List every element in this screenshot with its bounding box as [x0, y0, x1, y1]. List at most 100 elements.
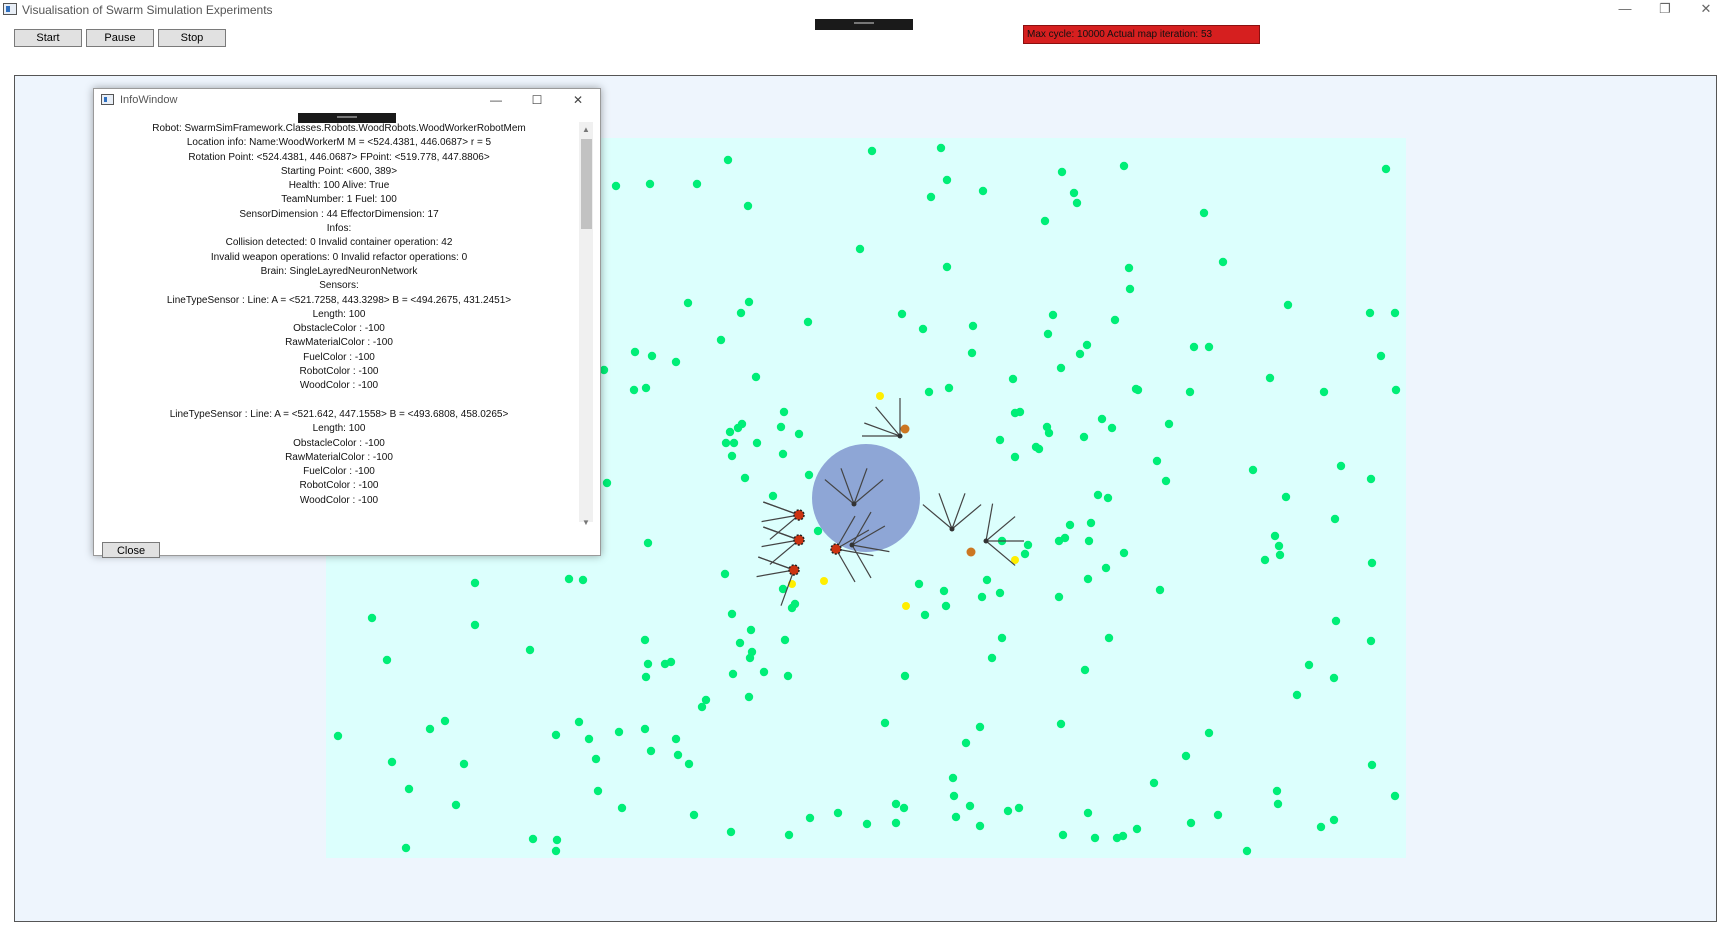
wood-pellet: [1058, 830, 1068, 840]
wood-pellet: [1086, 518, 1096, 528]
wood-pellet: [440, 716, 450, 726]
scroll-up-arrow[interactable]: ▲: [580, 124, 592, 136]
info-line: RobotColor : -100: [299, 366, 379, 378]
info-scrollbar-thumb[interactable]: [581, 139, 592, 229]
wood-pellet: [1367, 760, 1377, 770]
wood-pellet: [660, 659, 670, 669]
wood-pellet: [961, 738, 971, 748]
wood-pellet: [1069, 188, 1079, 198]
wood-pellet: [641, 672, 651, 682]
wood-pellet: [784, 830, 794, 840]
info-line: TeamNumber: 1 Fuel: 100: [281, 194, 397, 206]
wood-pellet: [1381, 164, 1391, 174]
wood-pellet: [1084, 536, 1094, 546]
info-line: Health: 100 Alive: True: [288, 180, 390, 192]
wood-pellet: [942, 175, 952, 185]
wood-pellet: [891, 799, 901, 809]
robot-body: [788, 564, 800, 576]
wood-pellet: [1181, 751, 1191, 761]
wood-pellet: [968, 321, 978, 331]
info-line: Length: 100: [312, 308, 366, 320]
wood-pellet: [1132, 824, 1142, 834]
info-close-button[interactable]: ✕: [564, 91, 592, 109]
wood-pellet: [982, 575, 992, 585]
info-window[interactable]: InfoWindow — ☐ ✕ Robot: SwarmSimFramewor…: [93, 88, 601, 558]
wood-pellet: [1083, 574, 1093, 584]
wood-pellet: [1155, 585, 1165, 595]
wood-pellet: [367, 613, 377, 623]
wood-pellet: [1072, 198, 1082, 208]
wood-pellet: [778, 449, 788, 459]
wood-pellet: [1110, 315, 1120, 325]
wood-pellet: [574, 717, 584, 727]
wood-pellet: [552, 835, 562, 845]
wood-pellet: [1186, 818, 1196, 828]
wood-pellet: [1304, 660, 1314, 670]
info-line: ObstacleColor : -100: [293, 437, 385, 449]
info-maximize-button[interactable]: ☐: [523, 91, 551, 109]
wood-pellet: [733, 423, 743, 433]
wood-pellet: [729, 438, 739, 448]
wood-pellet: [1107, 423, 1117, 433]
info-minimize-button[interactable]: —: [482, 91, 510, 109]
wood-pellet: [1274, 541, 1284, 551]
wood-pellet: [1292, 690, 1302, 700]
wood-pellet: [1014, 803, 1024, 813]
info-line: Location info: Name:WoodWorkerM M = <524…: [186, 137, 492, 149]
wood-pellet: [1152, 456, 1162, 466]
wood-pellet: [643, 538, 653, 548]
wood-container: [812, 444, 920, 552]
wood-pellet: [914, 579, 924, 589]
info-line: WoodColor : -100: [299, 494, 379, 506]
wood-pellet: [387, 757, 397, 767]
wood-pellet: [1248, 465, 1258, 475]
wood-pellet: [1057, 167, 1067, 177]
wood-pellet: [671, 357, 681, 367]
wood-pellet: [776, 422, 786, 432]
wood-pellet: [470, 620, 480, 630]
wood-pellet: [803, 317, 813, 327]
info-close-text-button[interactable]: Close: [102, 542, 160, 558]
info-line: Sensors:: [319, 280, 359, 292]
wood-pellet: [1329, 673, 1339, 683]
wood-pellet: [1164, 419, 1174, 429]
wood-pellet: [602, 478, 612, 488]
wood-pellet: [584, 734, 594, 744]
wood-pellet: [744, 692, 754, 702]
info-window-icon: [101, 94, 114, 105]
wood-pellet: [1124, 263, 1134, 273]
wood-pellet: [1331, 616, 1341, 626]
wood-pellet: [1390, 791, 1400, 801]
wood-pellet: [333, 731, 343, 741]
wood-pellet: [1272, 786, 1282, 796]
wood-pellet: [779, 407, 789, 417]
wood-pellet: [942, 262, 952, 272]
wood-pellet: [1242, 846, 1252, 856]
wood-pellet: [977, 592, 987, 602]
wood-pellet: [1218, 257, 1228, 267]
wood-pellet: [1020, 549, 1030, 559]
wood-pellet: [833, 808, 843, 818]
info-line: Rotation Point: <524.4381, 446.0687> FPo…: [188, 151, 490, 163]
wood-pellet: [1015, 407, 1025, 417]
wood-pellet: [1075, 349, 1085, 359]
wood-pellet: [1003, 806, 1013, 816]
info-line: RawMaterialColor : -100: [285, 451, 393, 463]
wood-pellet: [640, 635, 650, 645]
wood-pellet: [899, 803, 909, 813]
info-line: Invalid weapon operations: 0 Invalid ref…: [210, 251, 468, 263]
fuel-pellet: [876, 392, 884, 400]
scroll-down-arrow[interactable]: ▼: [580, 517, 592, 529]
wood-pellet: [926, 192, 936, 202]
wood-pellet: [975, 722, 985, 732]
wood-pellet: [1103, 493, 1113, 503]
wood-pellet: [744, 297, 754, 307]
wood-pellet: [1260, 555, 1270, 565]
wood-pellet: [404, 784, 414, 794]
wood-pellet: [671, 734, 681, 744]
wood-pellet: [951, 812, 961, 822]
wood-pellet: [939, 586, 949, 596]
wood-pellet: [1104, 633, 1114, 643]
wood-pellet: [920, 610, 930, 620]
wood-pellet: [1010, 452, 1020, 462]
